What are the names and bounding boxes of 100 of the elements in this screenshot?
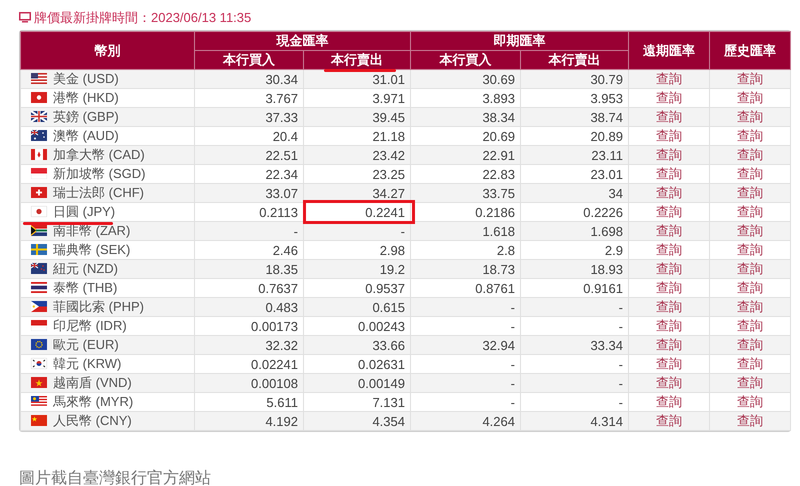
currency-name: 越南盾 (VND) [53,375,132,390]
table-cell: 37.33 [194,108,304,126]
table-cell: 4.264 [410,412,520,430]
currency-name: 人民幣 (CNY) [53,413,132,428]
table-cell: 3.953 [520,88,628,108]
table-cell: 4.354 [304,412,410,430]
table-cell: 3.971 [304,88,410,108]
table-cell: 0.7637 [194,278,304,298]
table-cell: 5.611 [194,392,304,412]
table-cell: - [520,354,628,374]
table-cell: 0.483 [194,298,304,316]
table-cell: 39.45 [304,108,410,126]
table-cell: 20.69 [410,126,520,146]
table-cell: - [410,354,520,374]
table-cell: 0.00243 [304,316,410,336]
currency-name: 瑞士法郎 (CHF) [53,185,144,200]
table-cell: 3.767 [194,88,304,108]
table-cell: 33.66 [304,336,410,354]
column-header: 幣別 [20,32,194,70]
column-group-header: 即期匯率 [410,32,628,50]
table-cell: 0.00173 [194,316,304,336]
column-header: 本行賣出 [548,51,600,69]
table-cell: 0.02631 [304,354,410,374]
column-header: 歷史匯率 [710,32,790,70]
table-cell: - [520,298,628,316]
currency-name: 澳幣 (AUD) [53,128,119,143]
table-cell: 33.34 [520,336,628,354]
table-cell: - [520,392,628,412]
table-cell: 4.314 [520,412,628,430]
column-header: 本行買入 [440,51,492,69]
table-cell: 19.2 [304,260,410,278]
table-cell: 18.35 [194,260,304,278]
table-cell: - [410,374,520,392]
table-cell: 33.75 [410,184,520,202]
currency-name: 歐元 (EUR) [53,337,119,352]
table-cell: - [520,374,628,392]
table-cell: 2.46 [194,240,304,260]
table-cell: 20.89 [520,126,628,146]
currency-name: 英鎊 (GBP) [53,109,119,124]
table-cell: - [520,316,628,336]
table-cell: 0.2186 [410,202,520,222]
table-cell: 33.07 [194,184,304,202]
table-cell: 18.93 [520,260,628,278]
table-cell: 2.9 [520,240,628,260]
table-cell: 30.69 [410,70,520,88]
currency-name: 韓元 (KRW) [53,356,122,371]
table-cell: - [194,222,304,240]
table-cell: 23.25 [304,164,410,184]
table-cell: 4.192 [194,412,304,430]
table-cell: 22.83 [410,164,520,184]
column-header: 本行買入 [223,51,275,69]
currency-name: 美金 (USD) [53,71,119,86]
table-cell: 18.73 [410,260,520,278]
column-header: 本行賣出 [331,51,383,69]
table-cell: 23.01 [520,164,628,184]
table-cell: 1.618 [410,222,520,240]
table-cell: 23.11 [520,146,628,164]
currency-name: 馬來幣 (MYR) [53,394,134,409]
table-cell: 22.91 [410,146,520,164]
table-cell: 0.8761 [410,278,520,298]
table-cell: 34 [520,184,628,202]
table-cell: 38.74 [520,108,628,126]
table-cell: - [410,298,520,316]
image-caption: 圖片截自臺灣銀行官方網站 [19,468,212,486]
table-cell: 0.00108 [194,374,304,392]
table-cell: 30.79 [520,70,628,88]
table-cell: 7.131 [304,392,410,412]
currency-name: 新加坡幣 (SGD) [53,166,146,181]
table-cell: 32.32 [194,336,304,354]
currency-name: 紐元 (NZD) [53,261,118,276]
currency-name: 菲國比索 (PHP) [53,299,144,314]
table-cell: 21.18 [304,126,410,146]
table-cell: 23.42 [304,146,410,164]
column-header: 遠期匯率 [628,32,710,70]
table-cell: 0.00149 [304,374,410,392]
table-cell: 0.615 [304,298,410,316]
currency-name: 南非幣 (ZAR) [53,223,130,238]
table-cell: 1.698 [520,222,628,240]
table-cell: 22.34 [194,164,304,184]
update-time-text: 牌價最新掛牌時間：2023/06/13 11:35 [34,8,252,26]
table-cell: - [410,316,520,336]
table-cell: 30.34 [194,70,304,88]
currency-name: 泰幣 (THB) [53,280,118,295]
table-cell: 2.98 [304,240,410,260]
currency-name: 日圓 (JPY) [53,204,116,219]
table-cell: 0.9161 [520,278,628,298]
table-cell: 0.2226 [520,202,628,222]
table-cell: 0.02241 [194,354,304,374]
table-cell: 22.51 [194,146,304,164]
currency-name: 加拿大幣 (CAD) [53,147,145,162]
table-cell: 0.2113 [194,202,304,222]
table-cell: 32.94 [410,336,520,354]
table-cell: 2.8 [410,240,520,260]
currency-name: 港幣 (HKD) [53,90,119,105]
column-group-header: 現金匯率 [194,32,410,50]
table-cell: 0.9537 [304,278,410,298]
table-cell: 38.34 [410,108,520,126]
currency-name: 瑞典幣 (SEK) [53,242,130,257]
table-cell: - [410,392,520,412]
table-cell: 3.893 [410,88,520,108]
